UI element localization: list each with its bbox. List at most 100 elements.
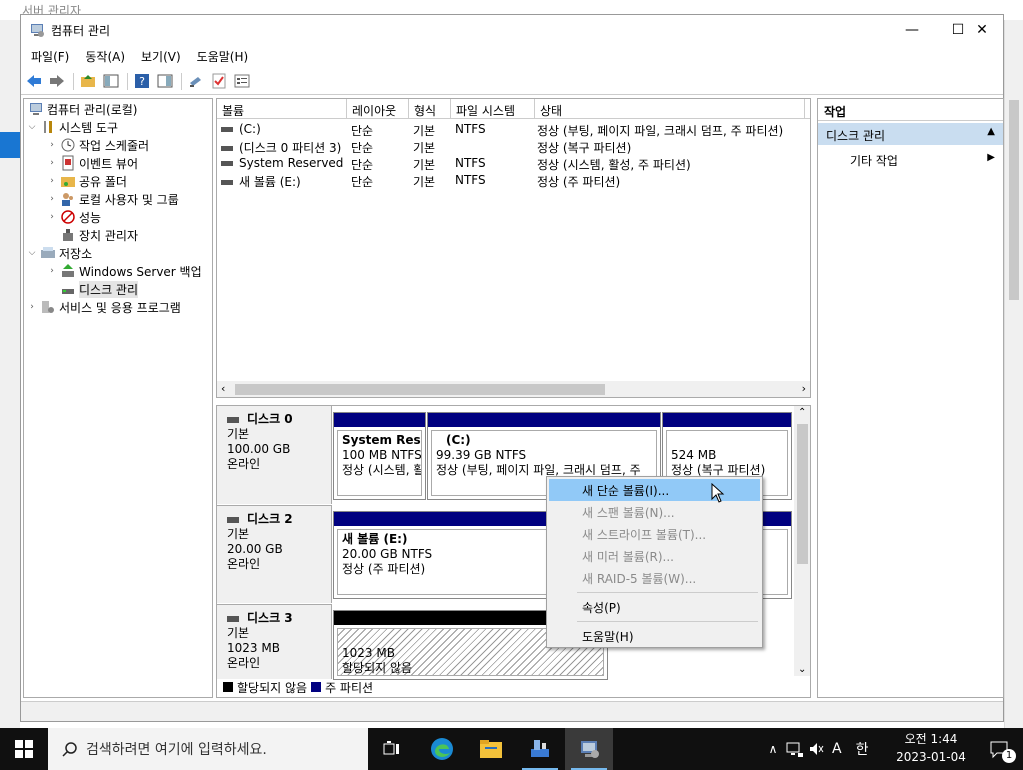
- menu-item-new-striped-volume[interactable]: 새 스트라이프 볼륨(T)...: [549, 523, 760, 545]
- taskbar-clock[interactable]: 오전 1:44 2023-01-04: [888, 730, 974, 766]
- scroll-thumb[interactable]: [797, 424, 808, 564]
- properties-pane-icon[interactable]: [157, 73, 173, 89]
- tree-item-device-manager[interactable]: 장치 관리자: [46, 226, 138, 244]
- column-header-volume[interactable]: 볼륨: [217, 99, 347, 119]
- actions-section-disk-management[interactable]: 디스크 관리 ▲: [818, 123, 1003, 145]
- disk-3-label[interactable]: 디스크 3 기본 1023 MB 온라인: [217, 604, 332, 679]
- tree-item-disk-management[interactable]: 디스크 관리: [46, 280, 139, 298]
- collapse-icon[interactable]: ▲: [987, 126, 995, 137]
- chevron-right-icon[interactable]: ›: [46, 266, 58, 276]
- horizontal-scrollbar[interactable]: ‹ ›: [217, 381, 810, 397]
- scroll-down-icon[interactable]: ⌄: [798, 664, 806, 675]
- actions-more-actions[interactable]: 기타 작업 ▶: [818, 149, 1003, 169]
- menu-item-new-spanned-volume[interactable]: 새 스팬 볼륨(N)...: [549, 501, 760, 523]
- connect-icon[interactable]: [188, 73, 204, 89]
- chevron-right-icon[interactable]: ›: [46, 194, 58, 204]
- edge-button[interactable]: [418, 728, 466, 770]
- checklist-icon[interactable]: [211, 73, 227, 89]
- background-window-scrollbar[interactable]: [1004, 20, 1023, 728]
- tree-item-services[interactable]: › 서비스 및 응용 프로그램: [26, 298, 181, 316]
- chevron-right-icon[interactable]: ›: [46, 212, 58, 222]
- scroll-left-icon[interactable]: ‹: [221, 382, 225, 395]
- menu-item-new-raid5-volume[interactable]: 새 RAID-5 볼륨(W)...: [549, 567, 760, 589]
- up-folder-icon[interactable]: [80, 73, 96, 89]
- chevron-down-icon[interactable]: ⌵: [26, 248, 38, 258]
- menu-item-new-simple-volume[interactable]: 새 단순 볼륨(I)...: [549, 479, 760, 501]
- list-view-icon[interactable]: [234, 73, 250, 89]
- tree-item-shared-folders[interactable]: › 공유 폴더: [46, 172, 127, 190]
- column-header-layout[interactable]: 레이아웃: [347, 99, 409, 119]
- volume-row[interactable]: 새 볼륨 (E:) 단순 기본 NTFS 정상 (주 파티션): [217, 172, 810, 189]
- clock-time: 오전 1:44: [904, 732, 958, 746]
- performance-icon: [61, 210, 75, 224]
- menu-item-help[interactable]: 도움말(H): [549, 625, 760, 647]
- start-button[interactable]: [0, 728, 48, 770]
- forward-arrow-icon[interactable]: [49, 73, 65, 89]
- tree-item-performance[interactable]: › 성능: [46, 208, 101, 226]
- scroll-up-icon[interactable]: ⌃: [798, 407, 806, 418]
- chevron-right-icon[interactable]: ›: [46, 140, 58, 150]
- computer-management-taskbar-button[interactable]: [565, 728, 613, 770]
- menu-action[interactable]: 동작(A): [79, 45, 131, 65]
- tree-item-system-tools[interactable]: ⌵ 시스템 도구: [26, 118, 118, 136]
- menu-item-properties[interactable]: 속성(P): [549, 596, 760, 618]
- background-scroll-thumb[interactable]: [1009, 100, 1019, 300]
- tree-item-backup[interactable]: › Windows Server 백업: [46, 262, 202, 280]
- tree-item-storage[interactable]: ⌵ 저장소: [26, 244, 93, 262]
- network-icon[interactable]: [786, 741, 804, 757]
- clock-date: 2023-01-04: [896, 750, 966, 764]
- ime-mode-indicator[interactable]: A: [832, 741, 842, 757]
- scroll-thumb[interactable]: [235, 384, 605, 395]
- chevron-right-icon[interactable]: ›: [26, 302, 38, 312]
- back-arrow-icon[interactable]: [26, 73, 42, 89]
- tree-item-local-users[interactable]: › 로컬 사용자 및 그룹: [46, 190, 179, 208]
- computer-management-icon: [31, 24, 44, 37]
- chevron-down-icon[interactable]: ⌵: [26, 122, 38, 132]
- ime-language-indicator[interactable]: 한: [856, 739, 869, 759]
- volume-cell: NTFS: [455, 156, 486, 170]
- storage-icon: [41, 247, 55, 258]
- minimize-button[interactable]: —: [889, 15, 935, 45]
- volume-row[interactable]: System Reserved 단순 기본 NTFS 정상 (시스템, 활성, 주 파티…: [217, 155, 810, 172]
- column-header-filesystem[interactable]: 파일 시스템: [451, 99, 535, 119]
- column-header-type[interactable]: 형식: [409, 99, 451, 119]
- menu-view[interactable]: 보기(V): [135, 45, 187, 65]
- volume-muted-icon[interactable]: [808, 741, 824, 757]
- volume-row[interactable]: (C:) 단순 기본 NTFS 정상 (부팅, 페이지 파일, 크래시 덤프, 주 파티…: [217, 121, 810, 138]
- notification-center-button[interactable]: 1: [975, 728, 1023, 770]
- disk-0-label[interactable]: 디스크 0 기본 100.00 GB 온라인: [217, 406, 332, 504]
- server-manager-button[interactable]: [516, 728, 564, 770]
- disk-view-scrollbar[interactable]: ⌃ ⌄: [794, 406, 810, 676]
- tree-item-task-scheduler[interactable]: › 작업 스케줄러: [46, 136, 149, 154]
- menu-item-new-mirrored-volume[interactable]: 새 미러 볼륨(R)...: [549, 545, 760, 567]
- volume-icon: [221, 127, 233, 132]
- scroll-right-icon[interactable]: ›: [802, 382, 806, 395]
- disk-2-label[interactable]: 디스크 2 기본 20.00 GB 온라인: [217, 505, 332, 603]
- search-icon: [62, 742, 77, 757]
- clock-icon: [61, 138, 75, 152]
- partition-system-reserved[interactable]: System Reser 100 MB NTFS 정상 (시스템, 활: [333, 412, 426, 500]
- computer-management-icon: [581, 741, 599, 758]
- background-sidebar-highlight: [0, 132, 20, 158]
- menu-help[interactable]: 도움말(H): [191, 45, 255, 65]
- chevron-right-icon[interactable]: ›: [46, 158, 58, 168]
- tree-item-event-viewer[interactable]: › 이벤트 뷰어: [46, 154, 138, 172]
- volume-row[interactable]: (디스크 0 파티션 3) 단순 기본 정상 (복구 파티션): [217, 138, 810, 155]
- actions-pane: 작업 디스크 관리 ▲ 기타 작업 ▶: [817, 98, 1004, 698]
- partition-title: [671, 433, 783, 448]
- taskbar-search-box[interactable]: 검색하려면 여기에 입력하세요.: [48, 728, 368, 770]
- disk-name: 디스크 2: [247, 512, 293, 526]
- task-view-button[interactable]: [368, 728, 416, 770]
- status-bar: [21, 701, 1003, 721]
- show-hidden-icons-chevron-icon[interactable]: ∧: [766, 742, 780, 756]
- column-header-status[interactable]: 상태: [535, 99, 805, 119]
- menu-file[interactable]: 파일(F): [25, 45, 75, 65]
- chevron-right-icon[interactable]: ›: [46, 176, 58, 186]
- title-bar[interactable]: 컴퓨터 관리 — ☐ ✕: [21, 15, 1003, 45]
- help-icon[interactable]: ?: [134, 73, 150, 89]
- tree-item-root[interactable]: 컴퓨터 관리(로컬): [26, 100, 137, 118]
- show-hide-tree-icon[interactable]: [103, 73, 119, 89]
- close-button[interactable]: ✕: [959, 15, 1005, 45]
- file-explorer-button[interactable]: [467, 728, 515, 770]
- actions-section-label: 디스크 관리: [826, 129, 886, 143]
